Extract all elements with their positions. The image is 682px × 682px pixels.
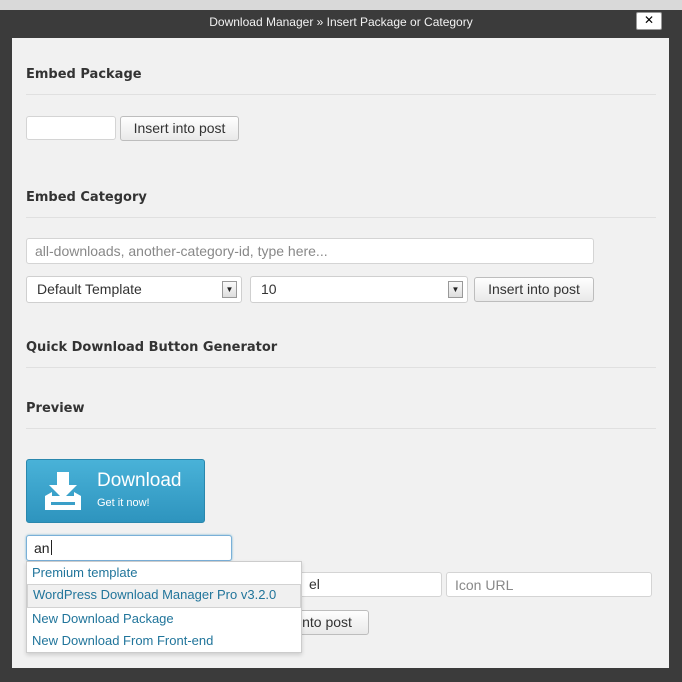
embed-package-heading: Embed Package [26, 67, 142, 82]
insert-category-button[interactable]: Insert into post [474, 277, 594, 302]
package-id-input[interactable] [26, 116, 116, 140]
chevron-down-icon: ▼ [448, 281, 463, 298]
template-select[interactable]: Default Template ▼ [26, 276, 242, 303]
section-divider [26, 217, 656, 218]
text-caret [50, 540, 52, 555]
close-button[interactable]: ✕ [636, 12, 662, 30]
template-select-value: Default Template [37, 281, 142, 297]
section-divider [26, 428, 656, 429]
category-ids-input[interactable] [26, 238, 594, 264]
autocomplete-item[interactable]: Premium template [27, 562, 301, 584]
download-button-title: Download [97, 470, 182, 491]
section-divider [26, 367, 656, 368]
section-divider [26, 94, 656, 95]
download-tray-icon [45, 472, 81, 510]
close-icon: ✕ [643, 13, 655, 27]
embed-category-heading: Embed Category [26, 190, 147, 205]
insert-package-button[interactable]: Insert into post [120, 116, 239, 141]
button-label-value: el [309, 576, 320, 592]
autocomplete-dropdown: Premium template WordPress Download Mana… [26, 561, 302, 653]
count-select-value: 10 [261, 281, 277, 297]
download-button-subtitle: Get it now! [97, 497, 150, 509]
generator-heading: Quick Download Button Generator [26, 340, 278, 355]
package-search-input[interactable]: an [26, 535, 232, 561]
autocomplete-item[interactable]: New Download Package [27, 608, 301, 630]
dialog-titlebar: Download Manager » Insert Package or Cat… [0, 10, 682, 34]
search-input-value: an [34, 540, 50, 556]
autocomplete-item[interactable]: New Download From Front-end [27, 630, 301, 652]
download-preview-button[interactable]: Download Get it now! [26, 459, 205, 523]
dialog-content: Embed Package Insert into post Embed Cat… [12, 38, 669, 668]
insert-package-dialog: Download Manager » Insert Package or Cat… [0, 10, 682, 682]
icon-url-input[interactable] [446, 572, 652, 597]
dialog-title: Download Manager » Insert Package or Cat… [209, 15, 473, 29]
preview-heading: Preview [26, 401, 85, 416]
autocomplete-item-active[interactable]: WordPress Download Manager Pro v3.2.0 [27, 584, 301, 608]
chevron-down-icon: ▼ [222, 281, 237, 298]
count-select[interactable]: 10 ▼ [250, 276, 468, 303]
